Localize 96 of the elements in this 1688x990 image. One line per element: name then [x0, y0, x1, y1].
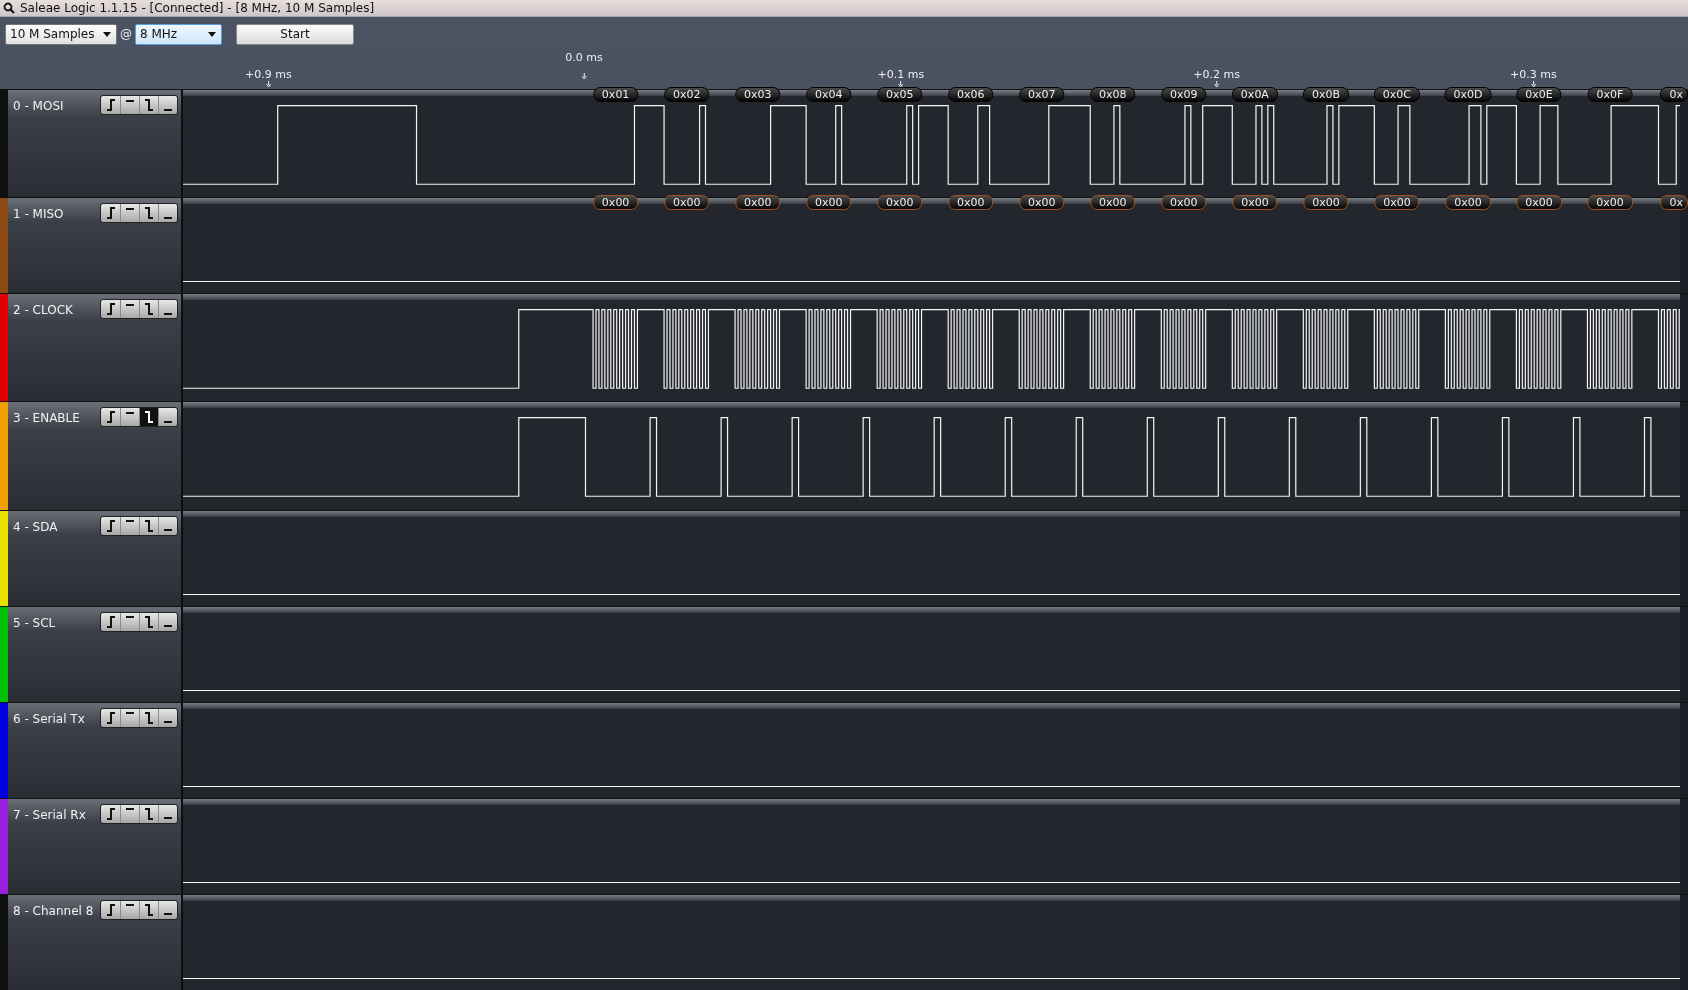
channel-name: 8 - Channel 8	[13, 903, 95, 918]
low-level-icon	[164, 216, 172, 219]
low-level-icon	[164, 529, 172, 532]
decoded-byte-label: 0x0E	[1516, 87, 1562, 102]
rising-edge-icon	[105, 99, 116, 111]
low-level-icon	[164, 913, 172, 916]
decoded-byte-label: 0x0F	[1587, 87, 1633, 102]
low-level-icon	[164, 721, 172, 724]
window-title: Saleae Logic 1.1.15 - [Connected] - [8 MHz, 10 M Samples]	[20, 1, 375, 15]
decoded-byte-label: 0x0A	[1231, 87, 1278, 102]
at-label: @	[120, 27, 132, 41]
low-level-icon	[164, 625, 172, 628]
decoded-byte-label: 0x	[1660, 195, 1688, 211]
falling-edge-icon	[144, 303, 154, 316]
falling-edge-icon	[144, 99, 154, 111]
falling-edge-icon	[144, 615, 154, 628]
decoded-byte-label: 0x00	[1374, 195, 1420, 211]
falling-edge-icon	[144, 903, 154, 916]
decoded-byte-label: 0x07	[1019, 87, 1065, 102]
decoded-byte-label: 0x04	[805, 87, 852, 102]
high-level-icon	[126, 616, 134, 619]
decoded-byte-label: 0x00	[1161, 195, 1207, 211]
marker-arrow-icon	[1213, 81, 1220, 87]
start-button[interactable]: Start	[236, 23, 354, 45]
decoded-byte-label: 0x00	[877, 195, 923, 211]
falling-edge-icon	[144, 519, 154, 532]
channel-name: 2 - CLOCK	[13, 303, 74, 318]
marker-arrow-icon	[581, 73, 588, 79]
search-icon	[3, 2, 15, 14]
channel-name: 4 - SDA	[13, 519, 59, 534]
channel-name: 3 - ENABLE	[13, 411, 81, 426]
decoded-byte-label: 0x00	[1090, 195, 1136, 211]
rising-edge-icon	[105, 711, 116, 724]
high-level-icon	[126, 99, 134, 102]
high-level-icon	[126, 712, 134, 715]
decoded-byte-label: 0x00	[1232, 195, 1278, 211]
rising-edge-icon	[105, 519, 116, 532]
decoded-byte-label: 0x	[1660, 87, 1688, 102]
high-level-icon	[126, 808, 134, 811]
high-level-icon	[126, 520, 134, 523]
decoded-byte-label: 0x00	[1303, 195, 1349, 211]
decoded-byte-label: 0x00	[805, 195, 852, 211]
rising-edge-icon	[105, 903, 116, 916]
decoded-byte-label: 0x00	[734, 195, 781, 211]
sample-rate-dropdown[interactable]: 8 MHz	[135, 23, 222, 45]
decoded-byte-label: 0x09	[1161, 87, 1207, 102]
time-marker-label: +0.9 ms	[244, 68, 292, 81]
rising-edge-icon	[105, 207, 116, 220]
low-level-icon	[164, 420, 172, 423]
rising-edge-icon	[105, 615, 116, 628]
decoded-byte-label: 0x00	[592, 195, 639, 211]
falling-edge-icon	[144, 207, 154, 220]
decoded-byte-label: 0x00	[948, 195, 994, 211]
caret-icon	[103, 31, 111, 37]
time-marker-label: +0.3 ms	[1510, 68, 1557, 81]
decoded-byte-label: 0x0D	[1444, 87, 1492, 102]
decoded-byte-label: 0x00	[1445, 195, 1491, 211]
decoded-byte-label: 0x00	[1019, 195, 1065, 211]
channel-name: 7 - Serial Rx	[13, 807, 87, 822]
falling-edge-icon	[144, 711, 154, 724]
low-level-icon	[164, 108, 172, 111]
falling-edge-icon	[144, 411, 154, 424]
decoded-byte-label: 0x0C	[1373, 87, 1421, 102]
time-marker-label: +0.1 ms	[877, 68, 925, 81]
rising-edge-icon	[105, 303, 116, 316]
high-level-icon	[126, 303, 134, 306]
falling-edge-icon	[144, 807, 154, 820]
low-level-icon	[164, 312, 172, 315]
decoded-byte-label: 0x00	[1516, 195, 1562, 211]
decoded-byte-label: 0x03	[734, 87, 781, 102]
channel-name: 6 - Serial Tx	[13, 711, 86, 726]
high-level-icon	[126, 904, 134, 907]
caret-icon	[208, 31, 216, 37]
falling-trigger-button[interactable]	[139, 408, 158, 427]
channel-name: 1 - MISO	[13, 207, 65, 222]
decoded-byte-label: 0x06	[948, 87, 994, 102]
channel-name: 0 - MOSI	[13, 99, 65, 113]
rising-edge-icon	[105, 807, 116, 820]
rising-edge-icon	[105, 411, 116, 424]
time-marker-label: 0.0 ms	[565, 51, 603, 64]
marker-arrow-icon	[1530, 81, 1537, 87]
high-level-icon	[126, 411, 134, 414]
decoded-byte-label: 0x00	[1587, 195, 1633, 211]
decoded-byte-label: 0x0B	[1302, 87, 1349, 102]
decoded-byte-label: 0x05	[877, 87, 923, 102]
marker-arrow-icon	[897, 81, 904, 87]
decoded-byte-label: 0x02	[663, 87, 710, 102]
time-marker-label: +0.2 ms	[1193, 68, 1240, 81]
decoded-byte-label: 0x00	[663, 195, 710, 211]
channel-name: 5 - SCL	[13, 615, 57, 630]
low-level-icon	[164, 817, 172, 820]
decoded-byte-label: 0x01	[592, 87, 639, 102]
sample-count-dropdown[interactable]: 10 M Samples	[5, 23, 117, 45]
marker-arrow-icon	[265, 81, 272, 87]
decoded-byte-label: 0x08	[1090, 87, 1136, 102]
high-level-icon	[126, 207, 134, 210]
